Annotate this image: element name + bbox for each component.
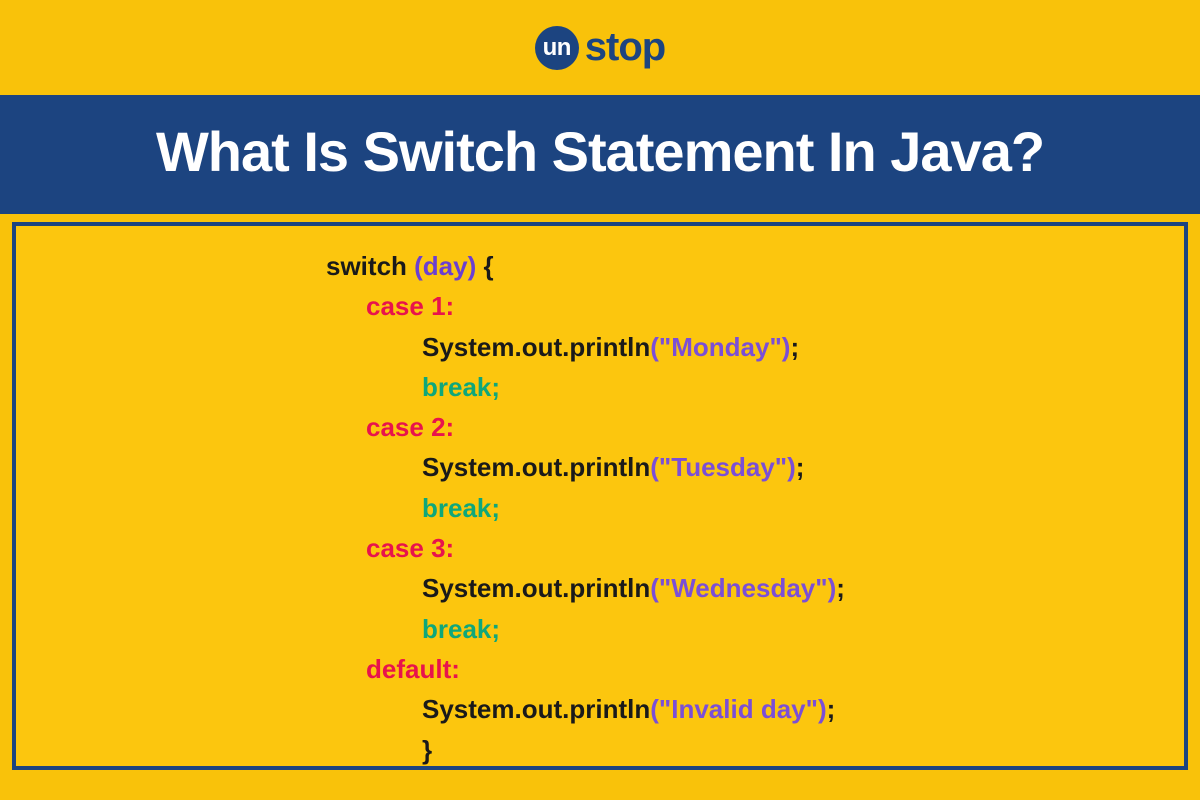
print-call: System.out.println xyxy=(422,694,650,724)
string-literal: ("Monday") xyxy=(650,332,790,362)
switch-variable: (day) xyxy=(414,251,483,281)
break-keyword: break; xyxy=(422,493,500,523)
keyword-switch: switch xyxy=(326,251,414,281)
semicolon: ; xyxy=(836,573,845,603)
print-call: System.out.println xyxy=(422,332,650,362)
open-brace: { xyxy=(483,251,493,281)
logo-circle-icon: un xyxy=(535,26,579,70)
print-call: System.out.println xyxy=(422,573,650,603)
case-label: case 2: xyxy=(366,412,454,442)
semicolon: ; xyxy=(790,332,799,362)
semicolon: ; xyxy=(796,452,805,482)
page-title: What Is Switch Statement In Java? xyxy=(0,95,1200,214)
print-call: System.out.println xyxy=(422,452,650,482)
case-label: case 1: xyxy=(366,291,454,321)
logo-word: stop xyxy=(585,25,665,70)
break-keyword: break; xyxy=(422,614,500,644)
string-literal: ("Wednesday") xyxy=(650,573,836,603)
code-panel: switch (day) { case 1: System.out.printl… xyxy=(12,222,1188,770)
case-label: case 3: xyxy=(366,533,454,563)
logo-circle-text: un xyxy=(543,34,571,62)
code-block: switch (day) { case 1: System.out.printl… xyxy=(326,246,1184,770)
logo-header: un stop xyxy=(0,0,1200,95)
default-label: default: xyxy=(366,654,460,684)
close-brace: } xyxy=(422,735,432,765)
break-keyword: break; xyxy=(422,372,500,402)
string-literal: ("Invalid day") xyxy=(650,694,826,724)
string-literal: ("Tuesday") xyxy=(650,452,796,482)
semicolon: ; xyxy=(827,694,836,724)
